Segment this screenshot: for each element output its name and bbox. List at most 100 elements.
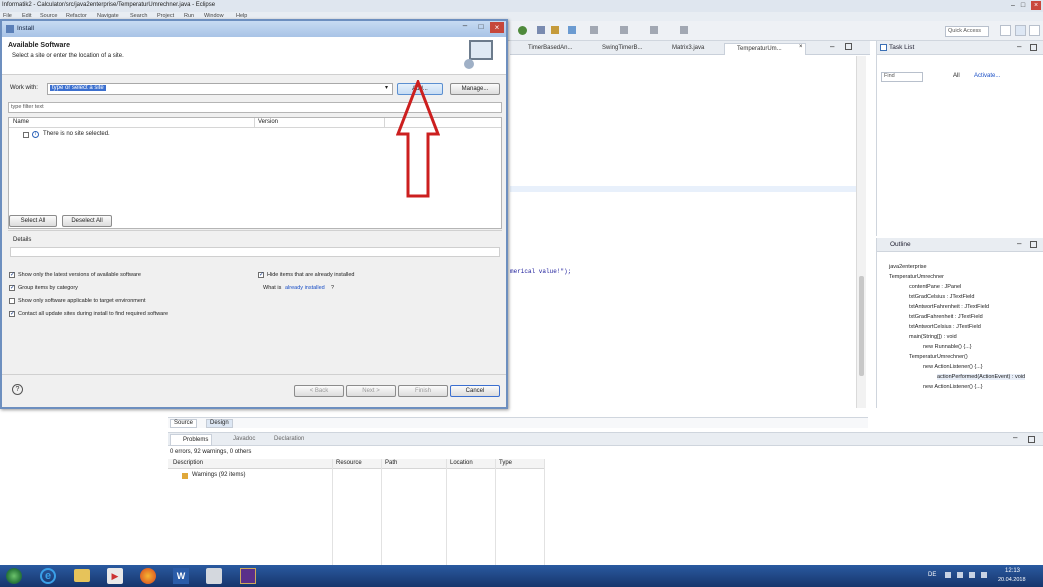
editor-tab[interactable]: SwingTimerB...: [592, 43, 660, 55]
toolbar-icon[interactable]: [680, 26, 688, 34]
outline-item[interactable]: txtGradCelsius : JTextField: [909, 294, 974, 300]
close-icon[interactable]: ×: [490, 22, 504, 33]
java-perspective-icon[interactable]: [1015, 25, 1026, 36]
chevron-down-icon[interactable]: ▾: [385, 84, 388, 91]
already-installed-link[interactable]: already installed: [285, 285, 325, 291]
task-list-title[interactable]: Task List: [889, 44, 914, 51]
task-find-input[interactable]: Find: [881, 72, 923, 82]
toolbar-icon[interactable]: [551, 26, 559, 34]
option-label[interactable]: Hide items that are already installed: [267, 272, 354, 278]
outline-item[interactable]: txtGradFahrenheit : JTextField: [909, 314, 983, 320]
editor-tab-active[interactable]: TemperaturUm...: [724, 43, 806, 55]
word-icon[interactable]: W: [173, 568, 189, 584]
problems-row-warnings[interactable]: Warnings (92 items): [192, 472, 245, 478]
outline-item[interactable]: new Runnable() {...}: [923, 344, 972, 350]
option-checkbox[interactable]: ✓: [9, 311, 15, 317]
toolbar-icon[interactable]: [568, 26, 576, 34]
close-icon[interactable]: ×: [1031, 1, 1041, 10]
maximize-icon[interactable]: [845, 43, 852, 50]
col-version[interactable]: Version: [258, 119, 278, 125]
maximize-icon[interactable]: [1028, 436, 1035, 443]
eclipse-taskbar-icon[interactable]: [240, 568, 256, 584]
toolbar-icon[interactable]: [537, 26, 545, 34]
tab-design[interactable]: Design: [206, 419, 233, 428]
volume-icon[interactable]: [981, 572, 987, 578]
option-checkbox[interactable]: ✓: [258, 272, 264, 278]
minimize-icon[interactable]: –: [1017, 239, 1021, 248]
help-icon[interactable]: ?: [12, 384, 23, 395]
editor-tab[interactable]: Matrix3.java: [662, 43, 720, 55]
maximize-icon[interactable]: □: [1019, 1, 1027, 10]
editor-scrollbar[interactable]: [856, 56, 866, 408]
task-filter-all[interactable]: All: [953, 73, 960, 79]
col-resource[interactable]: Resource: [336, 460, 362, 466]
manage-button[interactable]: Manage...: [450, 83, 500, 95]
outline-title[interactable]: Outline: [890, 241, 911, 248]
deselect-all-button[interactable]: Deselect All: [62, 215, 112, 227]
minimize-icon[interactable]: –: [830, 42, 834, 51]
option-checkbox[interactable]: [9, 298, 15, 304]
file-explorer-icon[interactable]: [74, 569, 90, 582]
editor-tab[interactable]: TimerBasedAn...: [512, 43, 580, 55]
debug-perspective-icon[interactable]: [1029, 25, 1040, 36]
option-label[interactable]: Show only the latest versions of availab…: [18, 272, 141, 278]
maximize-icon[interactable]: [1030, 44, 1037, 51]
outline-item[interactable]: main(String[]) : void: [909, 334, 957, 340]
minimize-icon[interactable]: –: [1009, 1, 1017, 10]
tray-icon[interactable]: [945, 572, 951, 578]
scrollbar-thumb[interactable]: [859, 276, 864, 376]
outline-item[interactable]: java2enterprise: [889, 264, 927, 270]
outline-item[interactable]: new ActionListener() {...}: [923, 364, 983, 370]
task-activate-link[interactable]: Activate...: [974, 73, 1000, 79]
option-label[interactable]: Show only software applicable to target …: [18, 298, 146, 304]
minimize-icon[interactable]: –: [1013, 433, 1017, 442]
clock-time[interactable]: 12:13: [1005, 568, 1020, 574]
tray-icon[interactable]: [957, 572, 963, 578]
col-name[interactable]: Name: [13, 119, 29, 125]
media-player-icon[interactable]: ▶: [107, 568, 123, 584]
tab-javadoc[interactable]: Javadoc: [233, 436, 255, 442]
col-type[interactable]: Type: [499, 460, 512, 466]
col-location[interactable]: Location: [450, 460, 473, 466]
editor-area[interactable]: merical value!");: [510, 56, 856, 408]
run-icon[interactable]: [518, 26, 527, 35]
app-icon[interactable]: [206, 568, 222, 584]
firefox-icon[interactable]: [140, 568, 156, 584]
quick-access-input[interactable]: Quick Access: [945, 26, 989, 37]
outline-item-selected[interactable]: actionPerformed(ActionEvent) : void: [937, 374, 1026, 380]
back-button[interactable]: < Back: [294, 385, 344, 397]
maximize-icon[interactable]: □: [474, 22, 488, 32]
option-checkbox[interactable]: ✓: [9, 285, 15, 291]
open-perspective-icon[interactable]: [1000, 25, 1011, 36]
outline-item[interactable]: new ActionListener() {...}: [923, 384, 983, 390]
minimize-icon[interactable]: –: [458, 22, 472, 32]
tab-declaration[interactable]: Declaration: [274, 436, 304, 442]
option-checkbox[interactable]: ✓: [9, 272, 15, 278]
tab-problems[interactable]: Problems: [170, 434, 213, 446]
close-icon[interactable]: ×: [799, 44, 803, 50]
toolbar-icon[interactable]: [620, 26, 628, 34]
option-label[interactable]: Group items by category: [18, 285, 78, 291]
work-with-input[interactable]: type or select a site: [50, 85, 106, 91]
clock-date[interactable]: 20.04.2018: [998, 577, 1026, 583]
option-label[interactable]: Contact all update sites during install …: [18, 311, 168, 317]
work-with-combo[interactable]: type or select a site ▾: [47, 83, 393, 95]
col-path[interactable]: Path: [385, 460, 397, 466]
outline-item[interactable]: txtAntwortCelsius : JTextField: [909, 324, 981, 330]
site-checkbox[interactable]: [23, 132, 29, 138]
outline-item[interactable]: txtAntwortFahrenheit : JTextField: [909, 304, 989, 310]
outline-item[interactable]: TemperaturUmrechner: [889, 274, 944, 280]
finish-button[interactable]: Finish: [398, 385, 448, 397]
tab-source[interactable]: Source: [170, 419, 198, 428]
maximize-icon[interactable]: [1030, 241, 1037, 248]
cancel-button[interactable]: Cancel: [450, 385, 500, 397]
start-button-icon[interactable]: [6, 568, 22, 584]
language-indicator[interactable]: DE: [928, 572, 936, 578]
minimize-icon[interactable]: –: [1017, 42, 1021, 51]
internet-explorer-icon[interactable]: e: [40, 568, 56, 584]
toolbar-icon[interactable]: [590, 26, 598, 34]
next-button[interactable]: Next >: [346, 385, 396, 397]
network-icon[interactable]: [969, 572, 975, 578]
outline-item[interactable]: contentPane : JPanel: [909, 284, 961, 290]
outline-item[interactable]: TemperaturUmrechner(): [909, 354, 968, 360]
